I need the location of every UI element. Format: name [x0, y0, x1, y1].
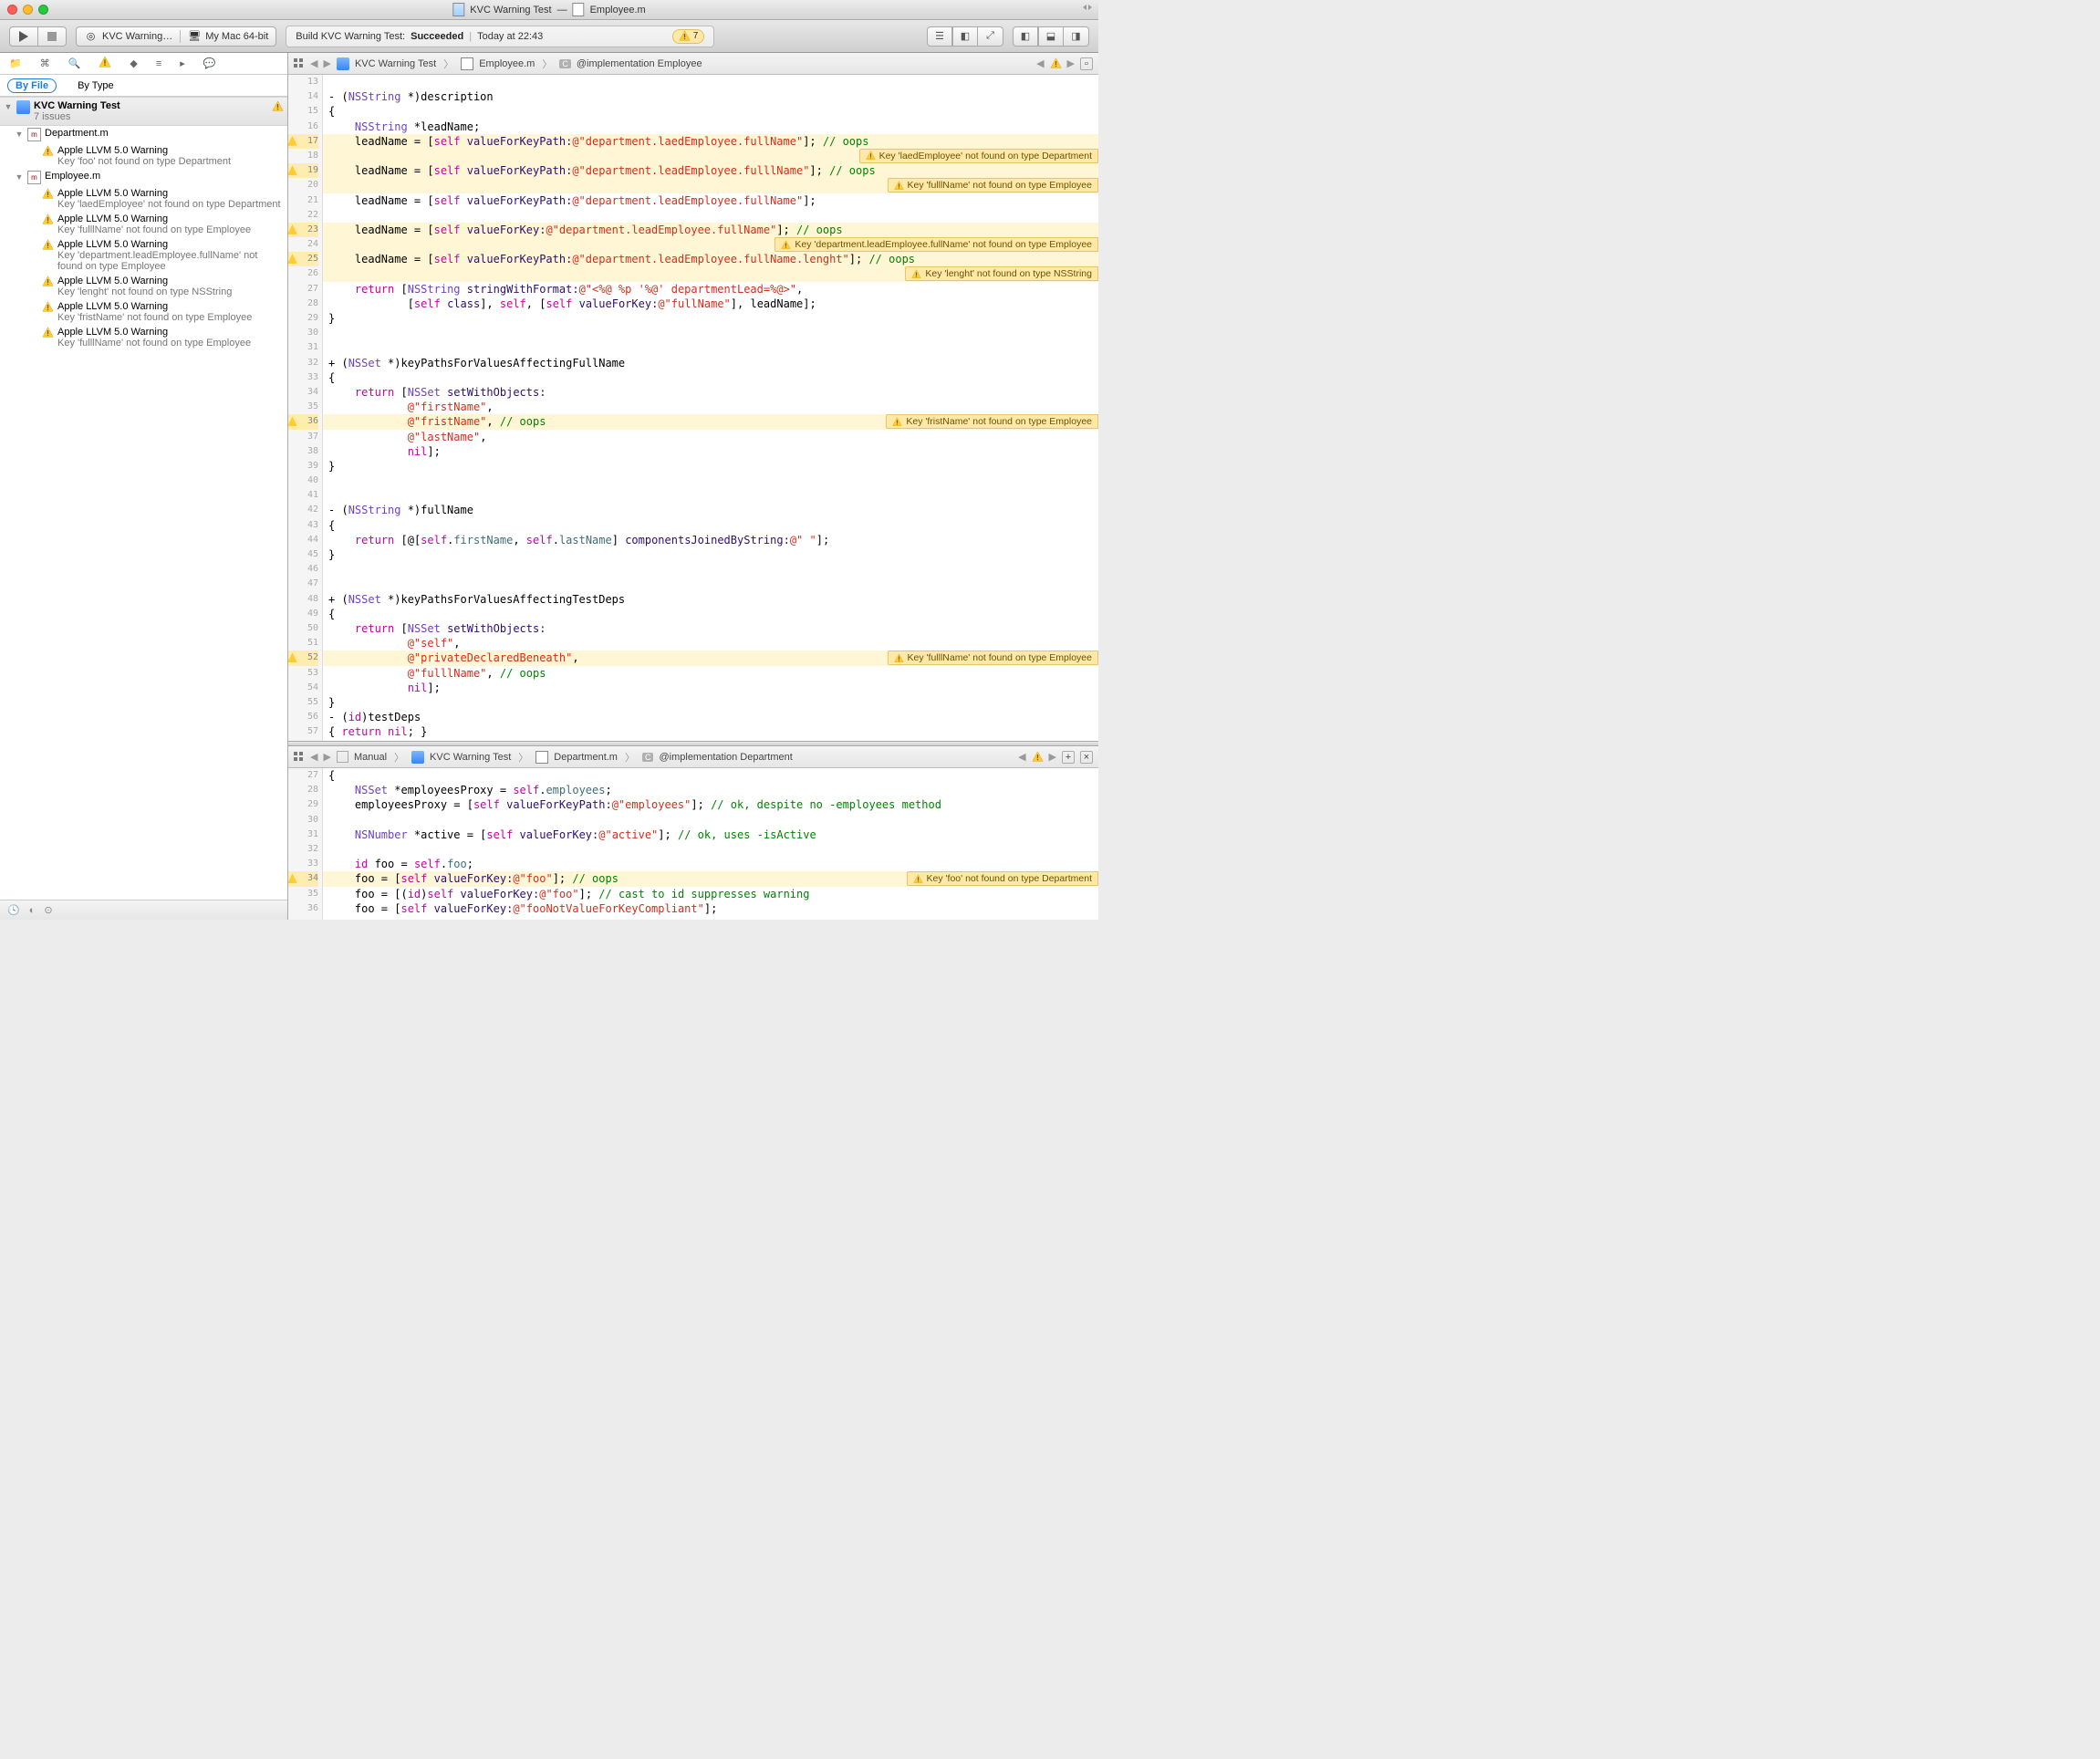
related-items-icon[interactable]	[294, 58, 305, 69]
warning-count-badge[interactable]: 7	[672, 29, 705, 44]
issue-item[interactable]: Apple LLVM 5.0 WarningKey 'fristName' no…	[0, 299, 287, 325]
jump-bar-bottom[interactable]: ◀ ▶ Manual〉 KVC Warning Test〉 Department…	[288, 746, 1098, 768]
warning-icon	[42, 213, 54, 225]
warning-icon	[42, 239, 54, 251]
scheme-selector[interactable]: ◎KVC Warning… 🖥My Mac 64-bit	[76, 26, 276, 47]
zoom-window[interactable]	[38, 5, 48, 15]
toggle-utilities[interactable]: ◨	[1064, 26, 1089, 47]
add-editor[interactable]: +	[1062, 751, 1075, 764]
warning-icon	[42, 276, 54, 287]
titlebar: KVC Warning Test — Employee.m	[0, 0, 1098, 20]
project-icon	[337, 57, 349, 70]
next-issue[interactable]: ▶	[1049, 751, 1056, 763]
file-nav-icon[interactable]: 📁	[9, 57, 22, 69]
issue-item[interactable]: Apple LLVM 5.0 WarningKey 'lenght' not f…	[0, 274, 287, 299]
activity-view[interactable]: Build KVC Warning Test: Succeeded | Toda…	[286, 26, 714, 47]
scm-icon[interactable]: ◐	[29, 905, 36, 916]
issue-list[interactable]: ▼ KVC Warning Test7 issues ▼mDepartment.…	[0, 97, 287, 900]
inline-warning[interactable]: Key 'fristName' not found on type Employ…	[886, 414, 1098, 429]
debug-nav-icon[interactable]: ≡	[156, 58, 161, 69]
inline-warning[interactable]: Key 'laedEmployee' not found on type Dep…	[859, 149, 1098, 163]
code-editor-bottom[interactable]: 27282930313233343536{ NSSet *employeesPr…	[288, 768, 1098, 920]
editor-standard[interactable]: ☰	[927, 26, 952, 47]
issue-item[interactable]: Apple LLVM 5.0 WarningKey 'laedEmployee'…	[0, 186, 287, 212]
test-nav-icon[interactable]: ◆	[130, 57, 137, 69]
window-title-file: Employee.m	[590, 5, 646, 16]
code-editor-top[interactable]: 1314151617181920212223242526272829303132…	[288, 75, 1098, 741]
search-nav-icon[interactable]: 🔍	[68, 57, 81, 69]
inline-warning[interactable]: Key 'department.leadEmployee.fullName' n…	[775, 237, 1098, 252]
filter-by-type[interactable]: By Type	[69, 78, 122, 93]
jump-bar-top[interactable]: ◀ ▶ KVC Warning Test〉 Employee.m〉 C @imp…	[288, 53, 1098, 75]
breakpoint-nav-icon[interactable]: ▸	[180, 57, 185, 69]
symbol-nav-icon[interactable]: ⌘	[40, 57, 50, 69]
monitor-icon: 🖥	[188, 30, 201, 42]
forward-button[interactable]: ▶	[323, 751, 330, 763]
file-icon	[461, 57, 473, 70]
prev-issue[interactable]: ◀	[1018, 751, 1025, 763]
issue-item[interactable]: Apple LLVM 5.0 WarningKey 'fulllName' no…	[0, 325, 287, 350]
forward-button[interactable]: ▶	[323, 57, 330, 69]
file-icon	[573, 3, 585, 16]
close-window[interactable]	[7, 5, 17, 15]
issue-item[interactable]: Apple LLVM 5.0 WarningKey 'department.le…	[0, 237, 287, 274]
file-group[interactable]: ▼mDepartment.m	[0, 126, 287, 143]
minimize-window[interactable]	[23, 5, 33, 15]
issue-icon[interactable]	[1032, 751, 1044, 763]
warning-icon	[42, 327, 54, 338]
warning-icon	[42, 145, 54, 157]
window-title-project: KVC Warning Test	[470, 5, 551, 16]
inline-warning[interactable]: Key 'foo' not found on type Department	[907, 871, 1098, 886]
file-icon	[535, 751, 548, 764]
navigator-selector[interactable]: 📁 ⌘ 🔍 ◆ ≡ ▸ 💬	[0, 53, 287, 75]
class-icon: C	[559, 59, 571, 68]
project-icon	[16, 100, 30, 114]
class-icon: C	[642, 753, 654, 762]
inline-warning[interactable]: Key 'fulllName' not found on type Employ…	[888, 651, 1098, 665]
warning-icon	[42, 188, 54, 200]
inline-warning[interactable]: Key 'lenght' not found on type NSString	[905, 266, 1098, 281]
issue-icon[interactable]	[1050, 57, 1062, 69]
stop-button[interactable]	[38, 26, 67, 47]
inline-warning[interactable]: Key 'fulllName' not found on type Employ…	[888, 178, 1098, 193]
editor-assistant[interactable]: ◧	[952, 26, 978, 47]
objc-file-icon: m	[27, 128, 41, 141]
navigator: 📁 ⌘ 🔍 ◆ ≡ ▸ 💬 By File By Type ▼ KVC Warn…	[0, 53, 288, 920]
issue-nav-icon[interactable]	[99, 56, 111, 71]
toggle-debug[interactable]: ⬓	[1038, 26, 1064, 47]
next-issue[interactable]: ▶	[1067, 57, 1075, 69]
target-icon: ◎	[84, 29, 98, 43]
recent-icon[interactable]: 🕓	[7, 904, 20, 916]
editor-version[interactable]: ⤢	[978, 26, 1003, 47]
add-icon[interactable]: ▫	[1080, 57, 1093, 70]
project-icon	[452, 3, 464, 16]
back-button[interactable]: ◀	[310, 57, 317, 69]
warning-icon	[272, 100, 284, 112]
prev-issue[interactable]: ◀	[1036, 57, 1044, 69]
filter-field[interactable]: ⊙	[44, 904, 52, 916]
issue-item[interactable]: Apple LLVM 5.0 WarningKey 'fulllName' no…	[0, 212, 287, 237]
close-editor[interactable]: ×	[1080, 751, 1093, 764]
project-icon	[411, 751, 424, 764]
fullscreen-icon[interactable]	[1082, 4, 1093, 13]
run-button[interactable]	[9, 26, 38, 47]
filter-by-file[interactable]: By File	[7, 78, 57, 93]
layout-icon[interactable]	[337, 751, 348, 763]
back-button[interactable]: ◀	[310, 751, 317, 763]
file-group[interactable]: ▼mEmployee.m	[0, 169, 287, 186]
warning-icon	[42, 301, 54, 313]
toolbar: ◎KVC Warning… 🖥My Mac 64-bit Build KVC W…	[0, 20, 1098, 53]
objc-file-icon: m	[27, 171, 41, 184]
navigator-filter-bar[interactable]: 🕓 ◐ ⊙	[0, 900, 287, 920]
issue-item[interactable]: Apple LLVM 5.0 WarningKey 'foo' not foun…	[0, 143, 287, 169]
log-nav-icon[interactable]: 💬	[203, 57, 216, 69]
toggle-navigator[interactable]: ◧	[1013, 26, 1038, 47]
related-items-icon[interactable]	[294, 752, 305, 763]
